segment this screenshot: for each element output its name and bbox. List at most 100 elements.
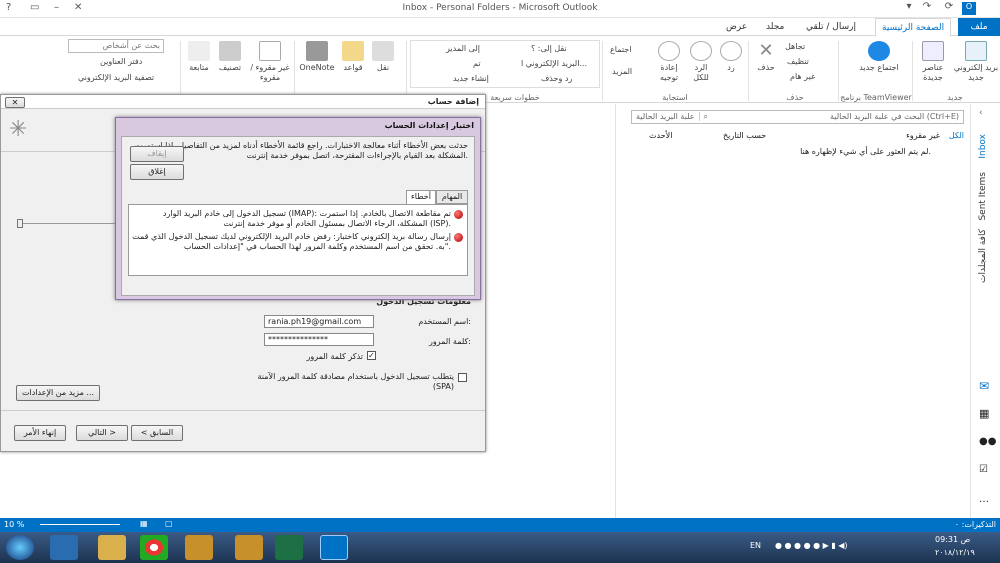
categorize-button[interactable]: تصنيف [215, 41, 245, 73]
unread-read-button[interactable]: غير مقروء / مقروء [248, 41, 292, 83]
calendar-nav-icon[interactable]: ▦ [979, 407, 989, 420]
password-field[interactable]: *************** [264, 333, 374, 346]
username-field[interactable]: rania.ph19@gmail.com [264, 315, 374, 328]
reading-view-icon[interactable]: ▢ [165, 519, 173, 528]
folder-sent[interactable]: Sent Items [978, 172, 988, 221]
clock-time[interactable]: 09:31 ص [935, 535, 970, 544]
junk-button[interactable]: غير هام [790, 72, 815, 81]
redo-icon[interactable]: ↷ [918, 1, 936, 16]
zoom-slider[interactable] [40, 524, 120, 525]
qs-done[interactable]: تم [473, 59, 481, 68]
filter-all[interactable]: الكل [949, 131, 964, 140]
filter-email-button[interactable]: تصفية البريد الإلكتروني [78, 73, 154, 82]
more-icon[interactable]: ▾ [900, 1, 918, 16]
explorer-icon[interactable] [98, 535, 126, 560]
search-people-input[interactable]: بحث عن أشخاص [68, 39, 164, 53]
qs-create-new[interactable]: إنشاء جديد [453, 74, 489, 83]
quick-steps-gallery[interactable]: نقل إلى: ؟ البريد الإلكتروني ا... رد وحذ… [410, 40, 600, 88]
close-dialog-button[interactable]: إغلاق [130, 164, 184, 180]
reminders-status: التذكيرات: ٠ [954, 520, 996, 529]
qs-to-manager[interactable]: إلى المدير [446, 44, 480, 53]
separator [748, 41, 749, 101]
send-receive-icon[interactable]: ⟳ [940, 1, 958, 16]
start-orb-icon[interactable] [6, 535, 34, 560]
sort-order[interactable]: الأحدث [649, 131, 672, 140]
chrome-icon[interactable] [140, 535, 168, 560]
tab-errors[interactable]: أخطاء [406, 190, 436, 205]
minimize-icon[interactable]: – [54, 2, 59, 13]
categorize-icon [219, 41, 241, 61]
empty-list-message: لم يتم العثور على أي شيء لإظهاره هنا. [800, 147, 931, 156]
test-settings-title: اختبار إعدادات الحساب [384, 121, 474, 130]
close-button[interactable]: ✕ [5, 97, 25, 108]
onenote-icon [306, 41, 328, 61]
onenote-button[interactable]: OneNote [298, 41, 336, 73]
stop-button[interactable]: إيقاف [130, 146, 184, 162]
close-icon[interactable]: ✕ [74, 2, 82, 13]
meeting-button[interactable]: اجتماع [610, 45, 631, 54]
rules-button[interactable]: قواعد [338, 41, 368, 73]
language-indicator[interactable]: EN [750, 541, 761, 550]
back-button[interactable]: < السابق [131, 425, 183, 441]
filter-unread[interactable]: غير مقروء [906, 131, 940, 140]
forward-icon [658, 41, 680, 61]
sort-by-date[interactable]: حسب التاريخ [723, 131, 766, 140]
next-button[interactable]: التالي > [76, 425, 128, 441]
address-book-button[interactable]: دفتر العناوين [100, 57, 142, 66]
forward-button[interactable]: إعادة توجيه [654, 41, 684, 83]
reply-button[interactable]: رد [718, 41, 744, 73]
more-settings-button[interactable]: مزيد من الإعدادات ... [16, 385, 100, 401]
spa-checkbox[interactable] [458, 373, 467, 382]
finish-button[interactable]: إنهاء الأمر [14, 425, 66, 441]
mail-nav-icon[interactable]: ✉ [979, 379, 989, 393]
reply-all-button[interactable]: الرد للكل [686, 41, 716, 83]
ignore-button[interactable]: تجاهل [785, 42, 805, 51]
clock-date[interactable]: ٢٠١٨/١٢/١٩ [935, 548, 975, 557]
status-bar: 10 % ▦ ▢ التذكيرات: ٠ [0, 518, 1000, 532]
folder-inbox[interactable]: Inbox [978, 134, 988, 159]
tab-file[interactable]: ملف [958, 18, 1000, 36]
restore-icon[interactable]: ▭ [30, 2, 39, 13]
more-nav-icon[interactable]: … [979, 494, 989, 505]
move-button[interactable]: نقل [370, 41, 396, 73]
excel-icon[interactable] [275, 535, 303, 560]
chevron-left-icon[interactable]: ‹ [979, 108, 983, 118]
mail-search-input[interactable]: علبة البريد الحالية البحث في علبة البريد… [631, 110, 964, 124]
new-items-button[interactable]: عناصر جديدة [915, 41, 951, 83]
app-icon[interactable] [185, 535, 213, 560]
more-respond-button[interactable]: المزيد [612, 67, 632, 76]
separator [912, 41, 913, 101]
media-player-icon[interactable] [50, 535, 78, 560]
normal-view-icon[interactable]: ▦ [140, 519, 148, 528]
tab-home[interactable]: الصفحة الرئيسية [875, 18, 952, 37]
error-icon [454, 210, 463, 219]
outlook-icon[interactable] [320, 535, 348, 560]
tab-folder[interactable]: مجلد [760, 18, 790, 36]
delete-button[interactable]: ✕ حذف [752, 41, 780, 73]
folder-all[interactable]: كافة المجلدات [978, 229, 988, 283]
cleanup-button[interactable]: تنظيف [787, 57, 809, 66]
error-icon [454, 233, 463, 242]
help-icon[interactable]: ? [6, 2, 11, 13]
qs-reply-delete[interactable]: رد وحذف [541, 74, 572, 83]
qs-team-email[interactable]: البريد الإلكتروني ا... [521, 59, 587, 68]
flag-icon [188, 41, 210, 61]
app-icon[interactable] [235, 535, 263, 560]
search-scope[interactable]: علبة البريد الحالية [636, 112, 700, 121]
tab-send-receive[interactable]: إرسال / تلقي [800, 18, 862, 36]
tab-view[interactable]: عرض [720, 18, 753, 36]
rules-icon [342, 41, 364, 61]
people-nav-icon[interactable]: ●● [979, 436, 996, 447]
tab-tasks[interactable]: المهام [436, 190, 468, 204]
new-email-button[interactable]: بريد إلكتروني جديد [952, 41, 1000, 83]
tray-icons[interactable]: ● ● ● ● ● ▶ ▮ ◀) [775, 541, 848, 550]
qs-move[interactable]: نقل إلى: ؟ [531, 44, 567, 53]
envelope-open-icon [259, 41, 281, 61]
move-icon [372, 41, 394, 61]
teamviewer-meeting-button[interactable]: اجتماع جديد [855, 41, 903, 73]
progress-line [19, 223, 119, 224]
title-bar: Inbox - Personal Folders - Microsoft Out… [0, 0, 1000, 18]
followup-button[interactable]: متابعة [185, 41, 213, 73]
remember-password-checkbox[interactable]: ✓ [367, 351, 376, 360]
tasks-nav-icon[interactable]: ☑ [979, 464, 988, 475]
